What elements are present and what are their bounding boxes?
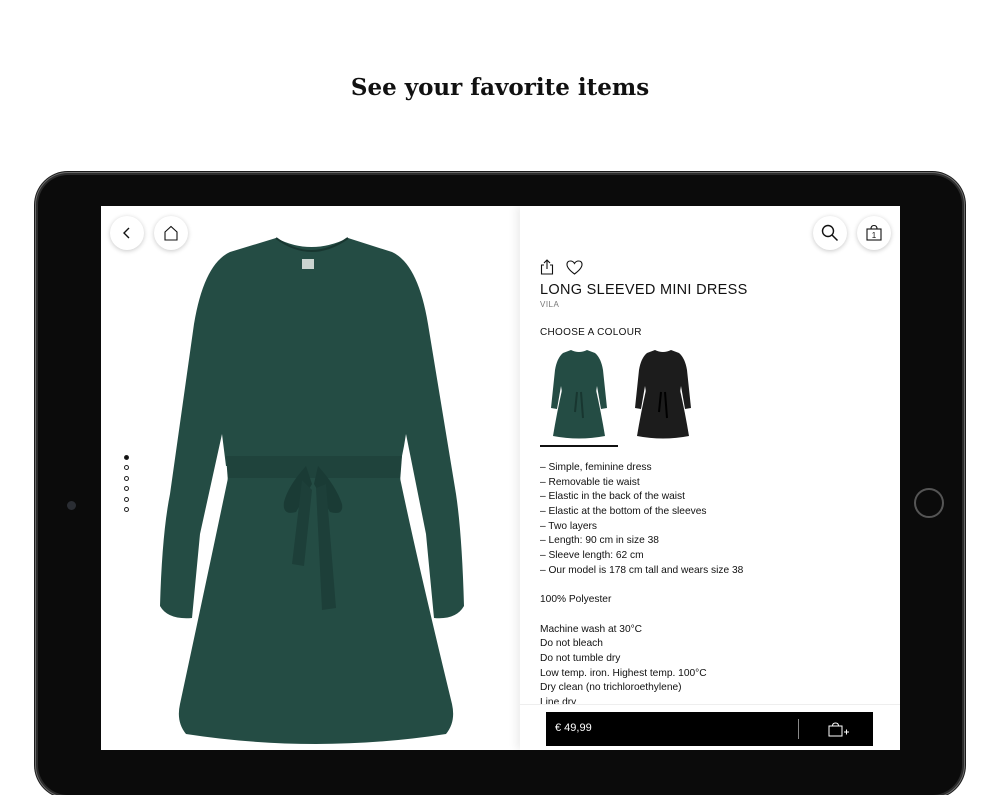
choose-colour-label: CHOOSE A COLOUR (540, 327, 642, 338)
add-to-bag-button[interactable]: € 49,99 (546, 712, 873, 746)
bag-count: 1 (872, 231, 877, 240)
product-actions (540, 259, 583, 275)
page-dot[interactable] (124, 465, 129, 471)
description-line: Machine wash at 30°C (540, 623, 643, 635)
description-line: – Length: 90 cm in size 38 (540, 535, 659, 547)
description-line: – Removable tie waist (540, 476, 640, 488)
purchase-bar: € 49,99 (520, 704, 900, 750)
description-line: – Sleeve length: 62 cm (540, 550, 644, 562)
swatch-dress-green (551, 350, 607, 439)
headline: See your favorite items (350, 74, 650, 101)
product-brand: VILA (540, 300, 560, 309)
description-line: Do not tumble dry (540, 652, 621, 664)
description-line (540, 608, 890, 623)
back-button[interactable] (110, 216, 144, 250)
button-divider (798, 719, 799, 739)
product-details-pane: 1 LONG SLEEVED MINI DRESS VILA CHOOSE A … (520, 206, 900, 750)
page-dot[interactable] (124, 506, 129, 512)
product-image-pane (101, 206, 520, 750)
shopping-bag-icon: 1 (866, 224, 882, 241)
description-line: – Our model is 178 cm tall and wears siz… (540, 564, 744, 576)
image-pagination[interactable] (124, 455, 129, 517)
description-line: – Elastic at the bottom of the sleeves (540, 506, 707, 518)
description-line: Do not bleach (540, 638, 603, 650)
product-title: LONG SLEEVED MINI DRESS (540, 282, 748, 298)
price: € 49,99 (555, 722, 592, 734)
product-description: – Simple, feminine dress – Removable tie… (540, 461, 890, 711)
colour-swatch-green[interactable] (540, 348, 618, 440)
heart-icon[interactable] (566, 259, 583, 275)
description-line: 100% Polyester (540, 594, 612, 606)
colour-swatch-black[interactable] (624, 348, 702, 440)
page-dot[interactable] (124, 486, 129, 492)
search-button[interactable] (813, 216, 847, 250)
page-dot[interactable] (124, 455, 129, 460)
description-line: Dry clean (no trichloroethylene) (540, 682, 682, 694)
description-line: Low temp. iron. Highest temp. 100°C (540, 667, 707, 679)
description-line: – Elastic in the back of the waist (540, 491, 685, 503)
page-dot[interactable] (124, 475, 129, 481)
search-icon (821, 224, 839, 242)
tablet-home-button[interactable] (914, 488, 944, 518)
description-line: – Two layers (540, 520, 598, 532)
bag-plus-icon (828, 722, 849, 737)
page-dot[interactable] (124, 496, 129, 502)
app-screen: 1 LONG SLEEVED MINI DRESS VILA CHOOSE A … (101, 206, 900, 750)
share-icon[interactable] (540, 259, 554, 275)
chevron-left-icon (123, 227, 130, 239)
description-line (540, 579, 890, 594)
description-line: – Simple, feminine dress (540, 462, 652, 473)
product-image-dress[interactable] (156, 234, 466, 750)
bag-button[interactable]: 1 (857, 216, 891, 250)
tablet-camera (67, 501, 76, 510)
selected-colour-indicator (540, 445, 618, 447)
swatch-dress-black (635, 350, 691, 439)
